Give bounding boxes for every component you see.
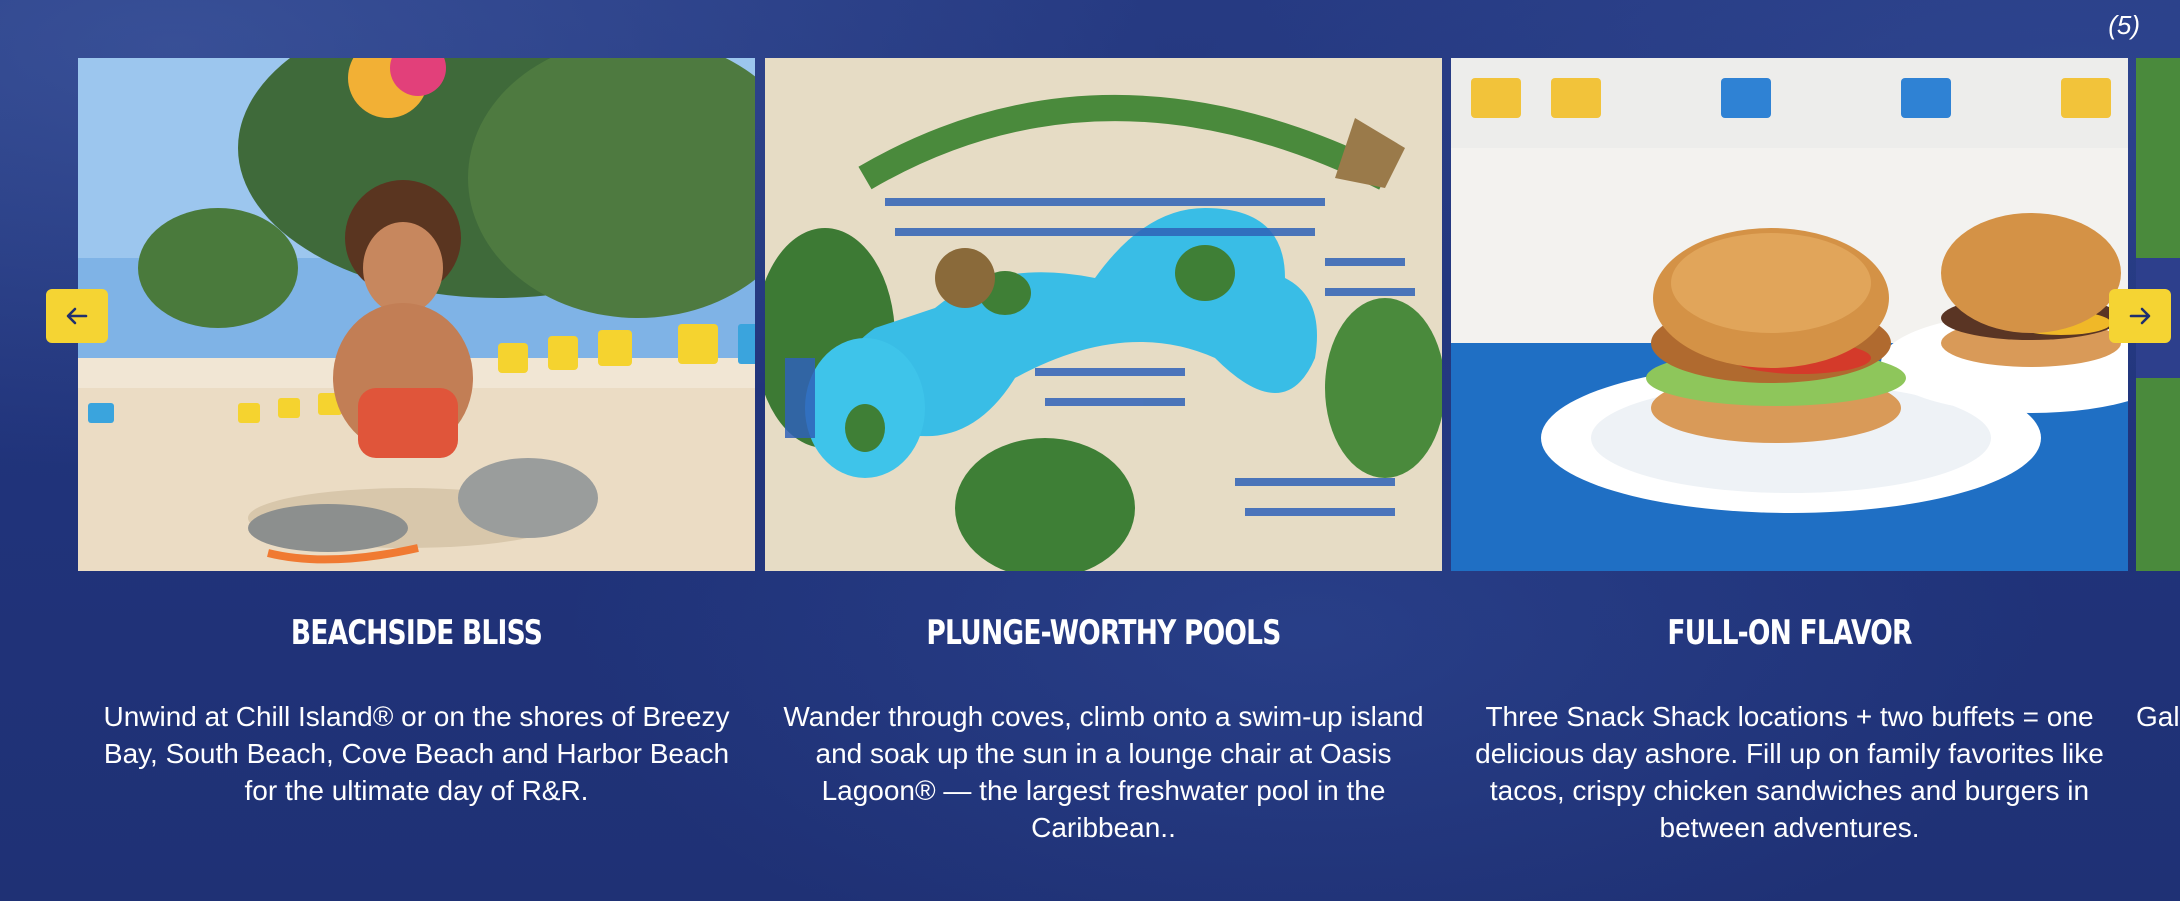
card-title: FULL-ON FLAVOR (1667, 613, 1912, 653)
child-on-beach-photo (78, 58, 755, 571)
card-title: PLUNGE-WORTHY POOLS (926, 613, 1281, 653)
aerial-pool-photo (765, 58, 1442, 571)
arrow-left-icon (66, 307, 88, 325)
burgers-photo (1451, 58, 2128, 571)
carousel-track: BEACHSIDE BLISS Unwind at Chill Island® … (0, 0, 2180, 901)
arrow-right-icon (2129, 307, 2151, 325)
card-description: Wander through coves, climb onto a swim-… (783, 701, 1424, 843)
carousel-prev-button[interactable] (46, 289, 108, 343)
card-title: BEACHSIDE BLISS (290, 613, 543, 653)
carousel-card-plunge-worthy-pools[interactable]: PLUNGE-WORTHY POOLS Wander through coves… (765, 58, 1442, 843)
card-description: Unwind at Chill Island® or on the shores… (103, 701, 730, 806)
card-description: Three Snack Shack locations + two buffet… (1475, 701, 2104, 843)
carousel-card-beachside-bliss[interactable]: BEACHSIDE BLISS Unwind at Chill Island® … (78, 58, 755, 806)
card-description-partial: Gal (2136, 701, 2180, 732)
carousel-card-full-on-flavor[interactable]: FULL-ON FLAVOR Three Snack Shack locatio… (1451, 58, 2128, 843)
carousel-next-button[interactable] (2109, 289, 2171, 343)
